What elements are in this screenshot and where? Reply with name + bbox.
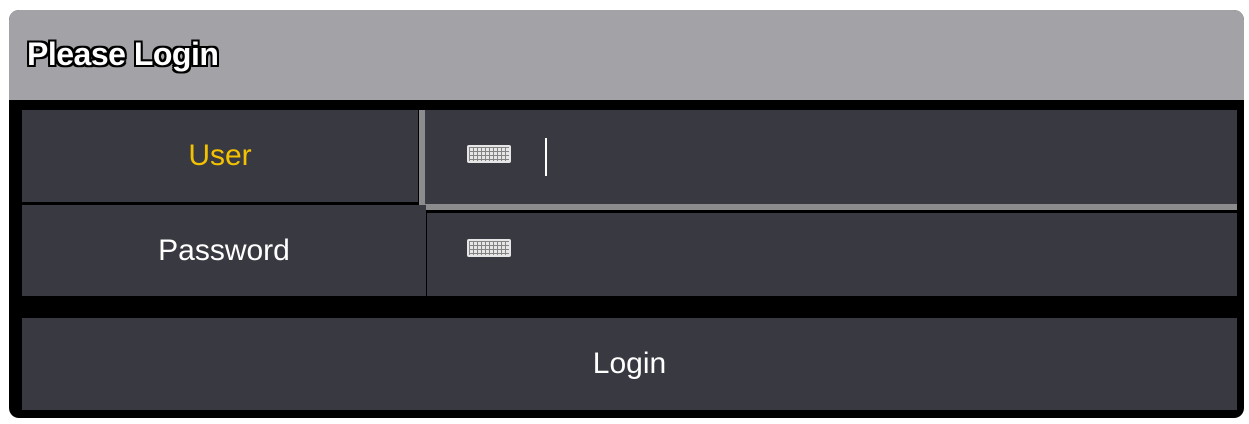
- login-button[interactable]: Login: [22, 318, 1237, 410]
- user-label-cell[interactable]: User: [22, 110, 418, 202]
- dialog-title: Please Login: [27, 36, 219, 72]
- keyboard-icon[interactable]: [467, 145, 511, 163]
- text-caret: [545, 138, 547, 176]
- dialog-titlebar: Please Login: [9, 10, 1244, 100]
- password-label-cell[interactable]: Password: [22, 205, 426, 296]
- keyboard-icon[interactable]: [467, 239, 511, 257]
- login-dialog: Please Login User Password Login: [9, 10, 1244, 418]
- user-input[interactable]: [419, 110, 1237, 210]
- user-label: User: [188, 139, 252, 172]
- login-button-label: Login: [592, 347, 667, 380]
- password-label: Password: [158, 233, 290, 267]
- password-input[interactable]: [427, 213, 1237, 296]
